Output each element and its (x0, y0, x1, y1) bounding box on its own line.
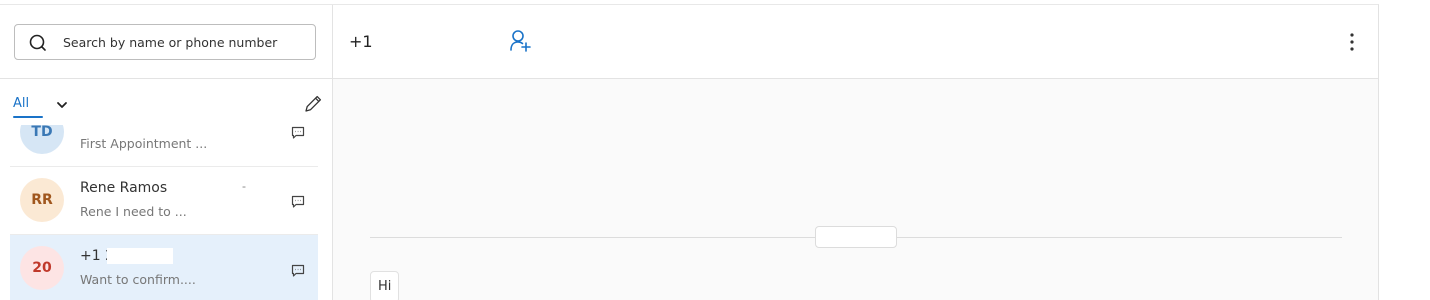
message-preview: Want to confirm.... (80, 272, 196, 287)
chevron-down-icon[interactable] (56, 99, 68, 111)
filter-bar: All (0, 79, 333, 125)
tab-active-indicator (13, 116, 43, 118)
conversation-sidebar: All TD First Appointment ... (0, 5, 333, 300)
sms-icon (291, 126, 305, 139)
compose-pencil-icon[interactable] (303, 94, 323, 114)
contact-name: Rene Ramos (80, 180, 168, 196)
message-preview: Rene I need to ... (80, 204, 187, 219)
avatar: RR (20, 178, 64, 222)
sms-icon (291, 195, 305, 208)
avatar: 20 (20, 246, 64, 290)
conversation-panel: +1 2 001 Hi (333, 5, 1378, 300)
search-icon (29, 34, 46, 51)
list-item[interactable]: RR Rene Ramos - Rene I need to ... (10, 167, 318, 235)
date-label (815, 226, 897, 248)
timestamp-placeholder: - (242, 179, 246, 193)
list-item-selected[interactable]: 20 +1 2 01 Want to confirm.... (10, 235, 318, 300)
message-preview: First Appointment ... (80, 136, 208, 151)
redacted-region (377, 29, 445, 55)
more-options-icon[interactable] (1342, 31, 1362, 53)
redacted-region (107, 248, 173, 264)
avatar: TD (20, 125, 64, 154)
messaging-app: All TD First Appointment ... (0, 4, 1379, 300)
search-input[interactable] (63, 31, 303, 53)
message-bubble: Hi (370, 271, 400, 300)
tab-all[interactable]: All (13, 96, 29, 111)
conversation-list: TD First Appointment ... RR Rene Ramos -… (0, 125, 333, 300)
search-area (0, 5, 333, 79)
conversation-header: +1 2 001 (333, 5, 1378, 79)
list-item[interactable]: TD First Appointment ... (10, 125, 318, 167)
sms-icon (291, 264, 305, 277)
search-box[interactable] (14, 24, 316, 60)
add-contact-icon[interactable] (509, 29, 531, 53)
